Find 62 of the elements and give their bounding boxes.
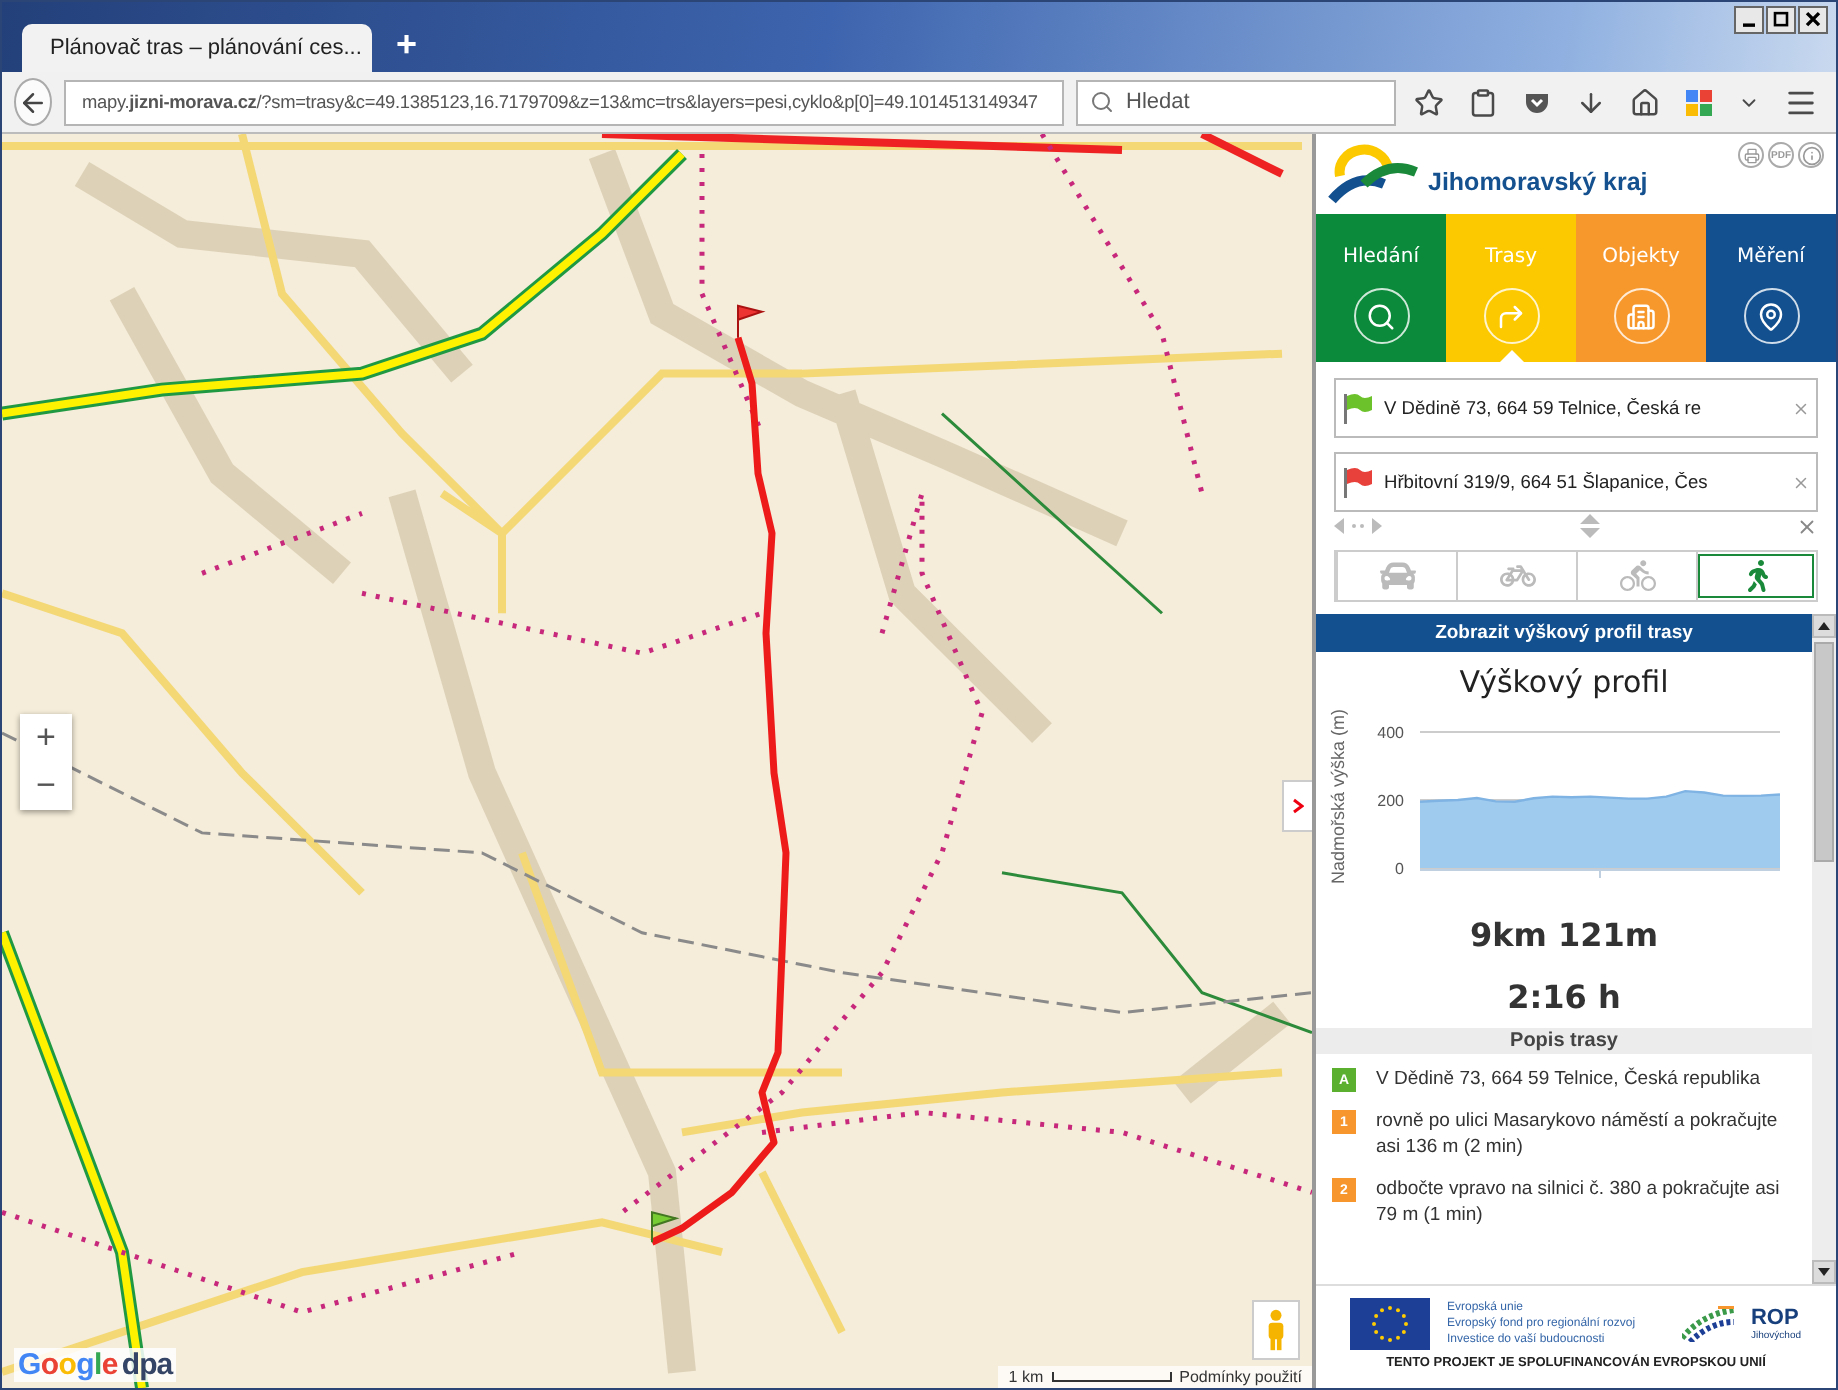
rop-title: ROP [1750, 1307, 1801, 1329]
up-arrow-icon[interactable] [1818, 622, 1830, 630]
scrollbar[interactable] [1812, 614, 1836, 1284]
zoom-out-button[interactable]: − [20, 762, 72, 810]
up-down-arrows-icon[interactable] [1579, 514, 1599, 538]
tab-title: Plánovač tras – plánování ces... [50, 36, 362, 60]
pegman-icon[interactable] [1252, 1300, 1300, 1360]
step-text: V Dědině 73, 664 59 Telnice, Česká republika [1376, 1066, 1761, 1092]
tick-label: 400 [1377, 724, 1404, 742]
minimize-icon[interactable] [1734, 6, 1764, 34]
flag-icon [1342, 466, 1374, 498]
address-field[interactable]: V Dědině 73, 664 59 Telnice, Česká re [1334, 378, 1818, 438]
nav-tab[interactable]: Hledání [1316, 214, 1446, 362]
scroll-thumb[interactable] [1814, 642, 1834, 862]
maximize-icon[interactable] [1766, 6, 1796, 34]
search-field[interactable]: Hledat [1076, 79, 1396, 125]
browser-tab[interactable]: Plánovač tras – plánování ces... [22, 24, 372, 72]
flag-icon [1342, 392, 1374, 424]
pin-icon [1756, 301, 1786, 331]
down-arrow-icon[interactable] [1818, 1268, 1830, 1276]
nav-tab[interactable]: Měření [1706, 214, 1836, 362]
tick-label: 0 [1395, 860, 1404, 878]
print-icon[interactable] [1738, 142, 1764, 168]
chevron-right-icon [1292, 798, 1304, 814]
chart-title: Výškový profil [1457, 662, 1671, 704]
clear-icon[interactable] [1792, 473, 1810, 491]
info-icon[interactable] [1798, 142, 1824, 168]
travel-mode-button[interactable] [1696, 552, 1816, 600]
address-field[interactable]: Hřbitovní 319/9, 664 51 Šlapanice, Čes [1334, 452, 1818, 512]
tab-pointer [1499, 350, 1523, 362]
scale-line [1051, 1372, 1172, 1382]
car-icon [1379, 558, 1415, 594]
building-icon [1626, 301, 1656, 331]
route-distance: 9km 121m [1467, 914, 1661, 958]
route-duration: 2:16 h [1505, 976, 1623, 1020]
search-icon [1366, 301, 1396, 331]
brand-logo-icon [1328, 144, 1420, 204]
terms-link[interactable]: Podmínky použití [1179, 1368, 1302, 1386]
eu-flag-icon [1350, 1298, 1431, 1350]
cyclist-icon [1619, 558, 1655, 594]
url-text: mapy.jizni-morava.cz/?sm=trasy&c=49.1385123,16.7179709&z=13&mc=trs&layers=pesi,cyklo&p[0]=49.1014513149347 [82, 92, 1038, 112]
axis-label: Nadmořská výška (m) [1328, 708, 1348, 884]
new-tab-button[interactable]: + [388, 24, 426, 66]
google-logo: Google [18, 1348, 118, 1382]
scale-label: 1 km [1008, 1368, 1044, 1386]
zoom-in-button[interactable]: + [20, 714, 72, 762]
search-icon [1090, 90, 1114, 114]
tick-label: 200 [1377, 792, 1404, 810]
turn-arrow-icon [1496, 301, 1526, 331]
step-text: rovně po ulici Masarykovo náměstí a pokračujte asi 136 m (2 min) [1376, 1108, 1780, 1160]
clear-icon[interactable] [1792, 399, 1810, 417]
brand-name: Jihomoravský kraj [1428, 168, 1648, 196]
section-header: Popis trasy [1316, 1028, 1812, 1054]
close-icon[interactable] [1798, 6, 1828, 34]
step-text: odbočte vpravo na silnici č. 380 a pokračujte asi 79 m (1 min) [1376, 1176, 1782, 1228]
address-field[interactable]: mapy.jizni-morava.cz/?sm=trasy&c=49.1385123,16.7179709&z=13&mc=trs&layers=pesi,cyklo&p[0]=49.1014513149347 [64, 79, 1064, 125]
profile-button[interactable]: Zobrazit výškový profil trasy [1316, 614, 1812, 652]
rop-logo-icon [1682, 1306, 1735, 1342]
panel-toggle-button[interactable] [1282, 780, 1312, 832]
swap-arrows-icon[interactable] [1334, 518, 1382, 534]
back-button[interactable] [14, 78, 52, 126]
dpa-logo: dpa [121, 1348, 173, 1382]
